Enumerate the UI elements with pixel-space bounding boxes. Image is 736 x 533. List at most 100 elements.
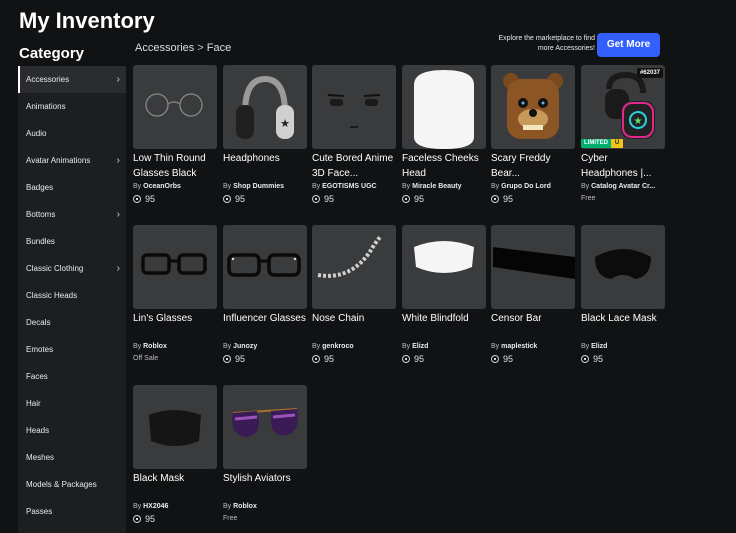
creator-link[interactable]: OceanOrbs: [143, 183, 181, 190]
sidebar-item[interactable]: Avatar Animations ›: [18, 147, 126, 174]
explore-marketplace-text: Explore the marketplace to find more Acc…: [498, 35, 596, 52]
item-name[interactable]: Black Lace Mask: [581, 311, 665, 341]
price-value: 95: [593, 354, 604, 364]
price-value: 95: [235, 194, 246, 204]
robux-icon: [133, 515, 141, 523]
item-name[interactable]: Cute Bored Anime 3D Face...: [312, 151, 396, 181]
creator-link[interactable]: EGOTISMS UGC: [322, 183, 376, 190]
creator-link[interactable]: Roblox: [233, 503, 257, 510]
sidebar-item-label: Avatar Animations: [26, 156, 91, 165]
item-name[interactable]: Scary Freddy Bear...: [491, 151, 575, 181]
item-creator: By Roblox: [223, 501, 307, 513]
robux-icon: [491, 355, 499, 363]
creator-link[interactable]: Roblox: [143, 343, 167, 350]
sidebar-item[interactable]: Decals: [18, 309, 126, 336]
item-thumbnail[interactable]: [581, 225, 665, 309]
item-thumbnail[interactable]: ★: [223, 65, 307, 149]
item-name[interactable]: Black Mask: [133, 471, 217, 501]
item-name[interactable]: Headphones: [223, 151, 307, 181]
by-prefix: By: [491, 343, 500, 350]
sidebar-item-label: Models & Packages: [26, 480, 97, 489]
get-more-button[interactable]: Get More: [597, 33, 660, 57]
sidebar-item[interactable]: Hair: [18, 390, 126, 417]
item-name[interactable]: Censor Bar: [491, 311, 575, 341]
item-thumbnail[interactable]: [402, 65, 486, 149]
sidebar-item[interactable]: Classic Clothing ›: [18, 255, 126, 282]
item-thumbnail[interactable]: [402, 225, 486, 309]
breadcrumb-accessories[interactable]: Accessories: [135, 42, 194, 54]
sidebar-item[interactable]: Badges: [18, 174, 126, 201]
creator-link[interactable]: Catalog Avatar Cr...: [591, 183, 655, 190]
creator-link[interactable]: Grupo Do Lord: [501, 183, 551, 190]
sidebar-item[interactable]: Classic Heads: [18, 282, 126, 309]
item-name[interactable]: Stylish Aviators: [223, 471, 307, 501]
sidebar-item-label: Faces: [26, 372, 48, 381]
item-thumbnail[interactable]: ★ LIMITED U #62037: [581, 65, 665, 149]
sidebar-item[interactable]: Meshes: [18, 444, 126, 471]
item-card[interactable]: Low Thin Round Glasses Black By OceanOrbs…: [133, 65, 217, 205]
price-value: 95: [503, 194, 514, 204]
item-card[interactable]: Lin's Glasses By Roblox Off Sale: [133, 225, 217, 365]
item-name[interactable]: Low Thin Round Glasses Black: [133, 151, 217, 181]
sidebar-item[interactable]: Heads: [18, 417, 126, 444]
black-mask-icon: [149, 410, 201, 446]
sidebar-item[interactable]: Bundles: [18, 228, 126, 255]
by-prefix: By: [491, 183, 500, 190]
by-prefix: By: [133, 503, 142, 510]
sidebar-item[interactable]: Passes: [18, 498, 126, 525]
item-price: 95: [402, 193, 486, 205]
white-blindfold-icon: [414, 241, 474, 273]
item-card[interactable]: Cute Bored Anime 3D Face... By EGOTISMS U…: [312, 65, 396, 205]
item-name[interactable]: Influencer Glasses: [223, 311, 307, 341]
item-card[interactable]: ★ Headphones By Shop Dummies 95: [223, 65, 307, 205]
item-card[interactable]: Nose Chain By genkroco 95: [312, 225, 396, 365]
creator-link[interactable]: Junozy: [233, 343, 257, 350]
item-name[interactable]: Lin's Glasses: [133, 311, 217, 341]
creator-link[interactable]: Miracle Beauty: [412, 183, 461, 190]
item-card[interactable]: Black Lace Mask By Elizd 95: [581, 225, 665, 365]
sidebar-item[interactable]: Animations: [18, 93, 126, 120]
item-name[interactable]: Faceless Cheeks Head: [402, 151, 486, 181]
item-thumbnail[interactable]: [223, 385, 307, 469]
creator-link[interactable]: HX2046: [143, 503, 168, 510]
item-card[interactable]: Faceless Cheeks Head By Miracle Beauty 95: [402, 65, 486, 205]
sidebar-item[interactable]: Emotes: [18, 336, 126, 363]
sidebar-item[interactable]: Faces: [18, 363, 126, 390]
item-thumbnail[interactable]: [223, 225, 307, 309]
item-thumbnail[interactable]: [133, 225, 217, 309]
item-card[interactable]: White Blindfold By Elizd 95: [402, 225, 486, 365]
item-card[interactable]: Black Mask By HX2046 95: [133, 385, 217, 525]
category-sidebar: Accessories › Animations Audio Avatar Animat…: [18, 66, 126, 533]
chevron-right-icon: ›: [116, 263, 120, 274]
item-name[interactable]: White Blindfold: [402, 311, 486, 341]
creator-link[interactable]: maplestick: [501, 343, 537, 350]
sidebar-item[interactable]: Models & Packages: [18, 471, 126, 498]
sidebar-item-label: Classic Clothing: [26, 264, 84, 273]
sidebar-item[interactable]: Audio: [18, 120, 126, 147]
aviators-icon: [232, 408, 298, 437]
item-thumbnail[interactable]: [491, 65, 575, 149]
item-card[interactable]: Influencer Glasses By Junozy 95: [223, 225, 307, 365]
sidebar-item[interactable]: Bottoms ›: [18, 201, 126, 228]
item-card[interactable]: Stylish Aviators By Roblox Free: [223, 385, 307, 525]
item-name[interactable]: Cyber Headphones |...: [581, 151, 665, 181]
robux-icon: [312, 195, 320, 203]
creator-link[interactable]: Shop Dummies: [233, 183, 284, 190]
creator-link[interactable]: genkroco: [322, 343, 354, 350]
item-thumbnail[interactable]: [491, 225, 575, 309]
sidebar-item-label: Badges: [26, 183, 54, 192]
item-card[interactable]: ★ LIMITED U #62037 Cyber Headphones |... By C…: [581, 65, 665, 205]
item-name[interactable]: Nose Chain: [312, 311, 396, 341]
item-card[interactable]: Scary Freddy Bear... By Grupo Do Lord 95: [491, 65, 575, 205]
item-thumbnail[interactable]: [133, 385, 217, 469]
item-creator: By OceanOrbs: [133, 181, 217, 193]
creator-link[interactable]: Elizd: [591, 343, 607, 350]
item-thumbnail[interactable]: [133, 65, 217, 149]
breadcrumb: Accessories > Face: [135, 42, 231, 54]
creator-link[interactable]: Elizd: [412, 343, 428, 350]
item-thumbnail[interactable]: [312, 225, 396, 309]
item-thumbnail[interactable]: [312, 65, 396, 149]
sidebar-item[interactable]: Accessories ›: [18, 66, 126, 93]
svg-text:★: ★: [280, 118, 290, 130]
item-card[interactable]: Censor Bar By maplestick 95: [491, 225, 575, 365]
